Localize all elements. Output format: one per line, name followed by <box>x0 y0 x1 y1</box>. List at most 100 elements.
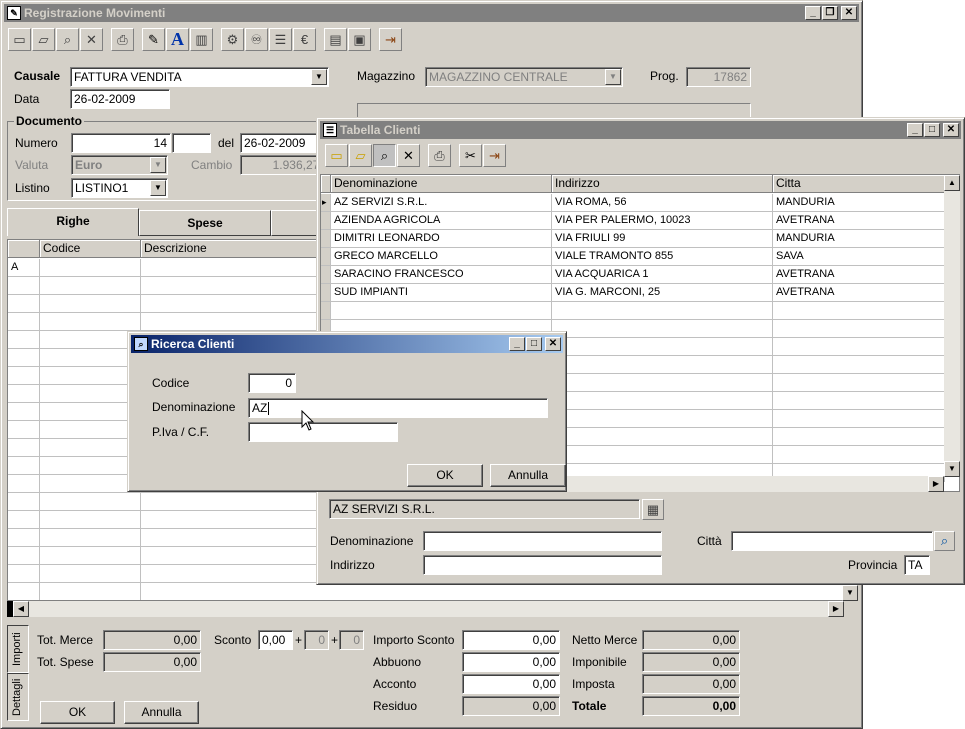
data-field[interactable]: 26-02-2009 <box>70 89 170 109</box>
grid-header-indirizzo[interactable]: Indirizzo <box>552 175 773 193</box>
empty-cell[interactable] <box>552 374 773 392</box>
table-cell[interactable]: MANDURIA <box>773 230 945 248</box>
grid-header-citta[interactable]: Citta <box>773 175 945 193</box>
table-cell[interactable]: VIA G. MARCONI, 25 <box>552 284 773 302</box>
denominazione-input[interactable]: AZ <box>248 398 548 418</box>
grid-cell[interactable] <box>8 367 40 385</box>
empty-cell[interactable] <box>773 338 945 356</box>
maximize-button[interactable]: □ <box>924 123 940 137</box>
tab-spese[interactable]: Spese <box>139 210 271 236</box>
empty-cell[interactable] <box>552 410 773 428</box>
open-folder-icon[interactable]: ▱ <box>32 28 55 51</box>
grid-cell[interactable] <box>40 349 141 367</box>
table-cell[interactable]: VIA ROMA, 56 <box>552 194 773 212</box>
grid-cell[interactable] <box>40 493 141 511</box>
grid-cell[interactable] <box>8 349 40 367</box>
scroll-right-button[interactable]: ▶ <box>828 601 844 617</box>
grid-cell[interactable] <box>40 475 141 493</box>
window-icon[interactable]: ▤ <box>324 28 347 51</box>
grid-cell[interactable] <box>40 565 141 583</box>
empty-cell[interactable] <box>552 446 773 464</box>
table-cell[interactable]: AVETRANA <box>773 266 945 284</box>
table-cell[interactable]: SAVA <box>773 248 945 266</box>
scroll-down-button[interactable]: ▼ <box>842 585 858 601</box>
ricerca-annulla-button[interactable]: Annulla <box>490 464 566 487</box>
magazzino-select[interactable]: MAGAZZINO CENTRALE ▼ <box>425 67 623 87</box>
annulla-button[interactable]: Annulla <box>124 701 199 724</box>
grid-cell[interactable] <box>8 511 40 529</box>
scroll-left-button[interactable]: ◀ <box>13 601 29 617</box>
sconto-3-field[interactable]: 0 <box>339 630 364 650</box>
row-indicator[interactable]: ▸ <box>321 194 331 212</box>
empty-cell[interactable] <box>331 302 552 320</box>
delete-icon[interactable]: ✕ <box>397 144 420 167</box>
main-titlebar[interactable]: ✎ Registrazione Movimenti _ ❐ ✕ <box>4 4 859 22</box>
grid-cell[interactable] <box>8 403 40 421</box>
empty-cell[interactable] <box>552 320 773 338</box>
scroll-up-button[interactable]: ▲ <box>944 175 960 191</box>
ok-button[interactable]: OK <box>40 701 115 724</box>
sconto-1-field[interactable]: 0,00 <box>258 630 293 650</box>
find-icon[interactable]: ⌕ <box>373 144 396 167</box>
tools-icon[interactable]: ⚙ <box>221 28 244 51</box>
grid-cell[interactable] <box>8 565 40 583</box>
save-icon[interactable]: ▣ <box>348 28 371 51</box>
open-folder-icon[interactable]: ▱ <box>349 144 372 167</box>
grid-cell[interactable] <box>40 367 141 385</box>
causale-select[interactable]: FATTURA VENDITA ▼ <box>70 67 329 87</box>
grid-cell[interactable] <box>40 421 141 439</box>
print-icon[interactable]: ⎙ <box>428 144 451 167</box>
grid-cell[interactable] <box>40 529 141 547</box>
empty-cell[interactable] <box>552 338 773 356</box>
clienti-vertical-scrollbar[interactable]: ▲ ▼ <box>944 175 960 477</box>
cf-denominazione-field[interactable] <box>423 531 662 551</box>
new-folder-icon[interactable]: ▭ <box>8 28 31 51</box>
row-indicator[interactable] <box>321 212 331 230</box>
grid-cell[interactable] <box>40 547 141 565</box>
empty-cell[interactable] <box>773 374 945 392</box>
cf-indirizzo-field[interactable] <box>423 555 662 575</box>
table-cell[interactable]: SARACINO FRANCESCO <box>331 266 552 284</box>
empty-cell[interactable] <box>773 356 945 374</box>
empty-cell[interactable] <box>552 356 773 374</box>
grid-cell[interactable] <box>8 439 40 457</box>
abbuono-field[interactable]: 0,00 <box>462 652 560 672</box>
minimize-button[interactable]: _ <box>907 123 923 137</box>
grid-cell[interactable] <box>8 421 40 439</box>
empty-cell[interactable] <box>552 428 773 446</box>
empty-cell[interactable] <box>773 446 945 464</box>
row-indicator[interactable] <box>321 266 331 284</box>
row-indicator[interactable] <box>321 230 331 248</box>
table-cell[interactable]: AZIENDA AGRICOLA <box>331 212 552 230</box>
grid-cell[interactable] <box>8 277 40 295</box>
grid-cell[interactable] <box>8 313 40 331</box>
empty-cell[interactable] <box>773 428 945 446</box>
scroll-right-button[interactable]: ▶ <box>928 476 944 492</box>
grid-cell[interactable] <box>40 331 141 349</box>
search-icon[interactable]: ⌕ <box>934 531 955 551</box>
close-button[interactable]: ✕ <box>545 337 561 351</box>
table-cell[interactable]: AVETRANA <box>773 284 945 302</box>
grid-cell[interactable] <box>40 583 141 600</box>
cf-citta-field[interactable] <box>731 531 933 551</box>
close-button[interactable]: ✕ <box>841 6 857 20</box>
table-cell[interactable]: SUD IMPIANTI <box>331 284 552 302</box>
empty-cell[interactable] <box>552 302 773 320</box>
grid-cell[interactable] <box>40 385 141 403</box>
ricerca-ok-button[interactable]: OK <box>407 464 483 487</box>
empty-cell[interactable] <box>773 392 945 410</box>
edit-icon[interactable]: ✎ <box>142 28 165 51</box>
font-icon[interactable]: A <box>166 28 189 51</box>
empty-cell[interactable] <box>773 302 945 320</box>
exit-icon[interactable]: ⇥ <box>483 144 506 167</box>
cf-provincia-field[interactable]: TA <box>904 555 930 575</box>
tab-importi[interactable]: Importi <box>7 625 29 673</box>
grid-cell[interactable] <box>8 331 40 349</box>
grid-cell[interactable] <box>40 439 141 457</box>
grid-cell[interactable] <box>40 511 141 529</box>
table-cell[interactable]: VIALE TRAMONTO 855 <box>552 248 773 266</box>
table-cell[interactable]: DIMITRI LEONARDO <box>331 230 552 248</box>
empty-cell[interactable] <box>773 410 945 428</box>
maximize-button[interactable]: □ <box>526 337 542 351</box>
grid-cell[interactable] <box>8 583 40 600</box>
